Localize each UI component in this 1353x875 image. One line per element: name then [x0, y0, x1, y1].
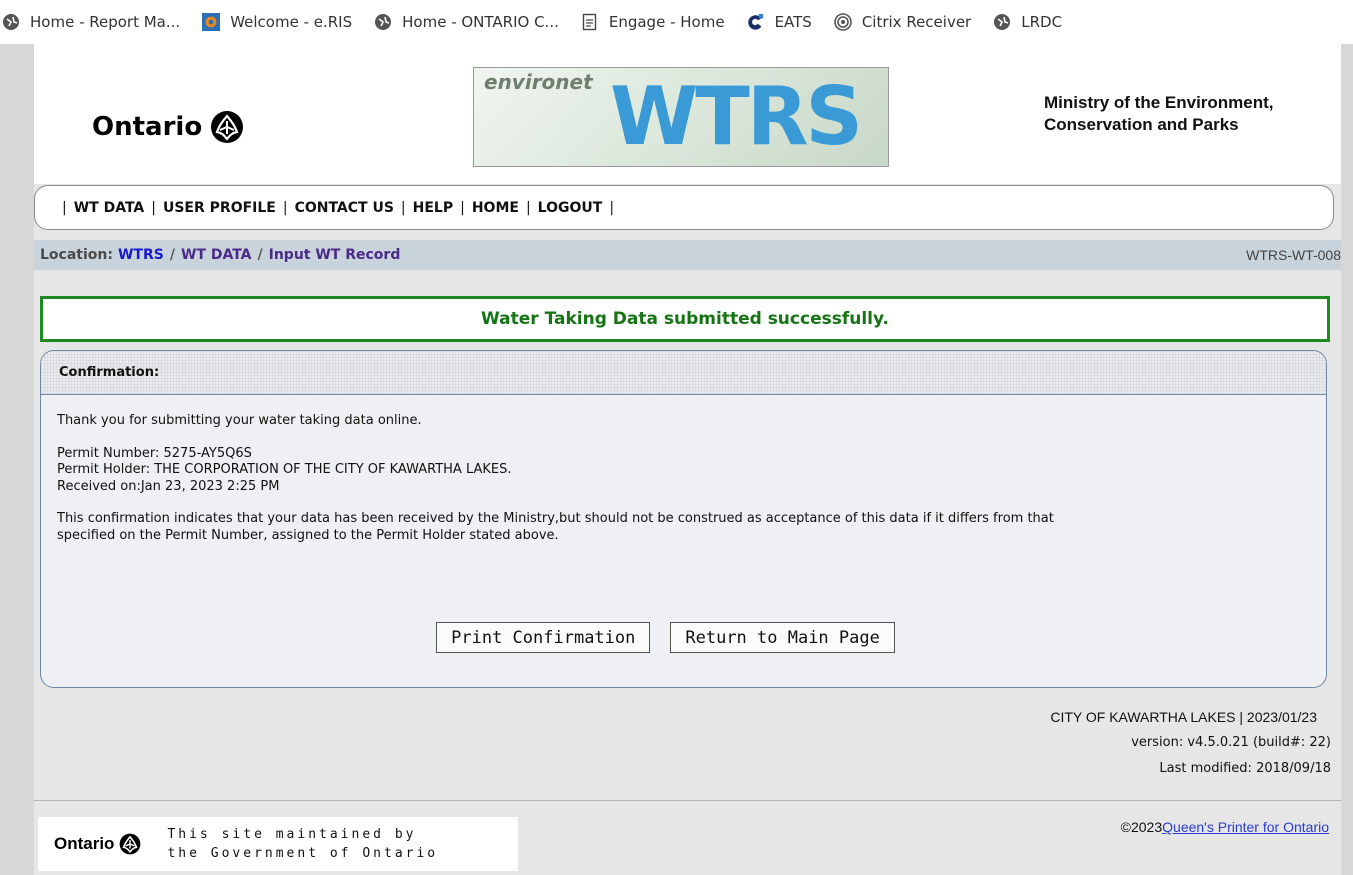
bookmark-eats[interactable]: EATS: [747, 13, 812, 31]
thanks-text: Thank you for submitting your water taki…: [57, 413, 422, 428]
bookmark-label: Home - Report Ma...: [30, 13, 181, 31]
maintained-line-2: the Government of Ontario: [167, 846, 439, 861]
maintained-by: This site maintained by the Government o…: [167, 825, 438, 863]
page-meta: CITY OF KAWARTHA LAKES | 2023/01/23 vers…: [1050, 704, 1331, 782]
queens-printer-link[interactable]: Queen's Printer for Ontario: [1162, 819, 1329, 835]
banner-environet: environet: [484, 70, 593, 94]
bookmark-label: LRDC: [1021, 13, 1063, 31]
org-date: CITY OF KAWARTHA LAKES | 2023/01/23: [1050, 709, 1317, 725]
nav-contact-us[interactable]: CONTACT US: [295, 200, 394, 216]
breadcrumb-wt-data[interactable]: WT DATA: [181, 247, 252, 263]
copyright: ©2023Queen's Printer for Ontario: [1121, 819, 1329, 835]
footer-ontario-wordmark: Ontario: [54, 834, 115, 853]
ontario-wordmark: Ontario: [92, 112, 203, 142]
bookmark-engage[interactable]: Engage - Home: [581, 13, 725, 31]
trillium-icon: [119, 833, 141, 855]
breadcrumb-wtrs[interactable]: WTRS: [118, 247, 164, 263]
bookmark-lrdc[interactable]: LRDC: [993, 13, 1062, 31]
nav-help[interactable]: HELP: [413, 200, 453, 216]
right-margin: [1341, 44, 1353, 875]
banner-wtrs: WTRS: [610, 70, 863, 163]
confirmation-panel: Confirmation: Thank you for submitting y…: [40, 350, 1327, 688]
nav-home[interactable]: HOME: [472, 200, 519, 216]
copyright-prefix: ©2023: [1120, 819, 1163, 835]
bookmark-report-manager[interactable]: Home - Report Ma...: [2, 13, 180, 31]
panel-title: Confirmation:: [59, 365, 160, 380]
last-modified: Last modified: 2018/09/18: [1159, 761, 1331, 776]
success-text: Water Taking Data submitted successfully…: [481, 309, 889, 329]
bookmark-label: Home - ONTARIO C...: [402, 13, 559, 31]
confirmation-body: Thank you for submitting your water taki…: [57, 413, 1307, 544]
breadcrumb-label: Location:: [40, 247, 113, 263]
site-header: Ontario environet WTRS Ministry of the E…: [34, 44, 1341, 184]
eats-icon: [747, 13, 765, 31]
citrix-icon: [834, 13, 852, 31]
success-message: Water Taking Data submitted successfully…: [40, 296, 1330, 342]
bookmark-eris[interactable]: Welcome - e.RIS: [202, 13, 352, 31]
button-row: Print Confirmation Return to Main Page: [41, 622, 1326, 653]
return-main-page-button[interactable]: Return to Main Page: [670, 622, 895, 653]
breadcrumb: Location: WTRS / WT DATA / Input WT Reco…: [34, 240, 1341, 270]
bookmark-ontario-c[interactable]: Home - ONTARIO C...: [374, 13, 559, 31]
nav-wt-data[interactable]: WT DATA: [74, 200, 145, 216]
main-nav: | WT DATA | USER PROFILE | CONTACT US | …: [34, 185, 1334, 230]
globe-icon: [993, 13, 1011, 31]
permit-number: Permit Number: 5275-AY5Q6S: [57, 445, 252, 461]
bookmark-label: Engage - Home: [608, 13, 725, 31]
trillium-icon: [210, 110, 244, 144]
document-icon: [581, 13, 599, 31]
eris-icon: [202, 13, 221, 31]
bookmark-label: Welcome - e.RIS: [230, 13, 353, 31]
globe-icon: [2, 13, 20, 31]
ontario-logo[interactable]: Ontario: [92, 110, 244, 144]
left-margin: [0, 44, 34, 875]
nav-user-profile[interactable]: USER PROFILE: [163, 200, 276, 216]
bookmark-citrix[interactable]: Citrix Receiver: [834, 13, 971, 31]
globe-icon: [374, 13, 392, 31]
bookmark-label: EATS: [774, 13, 812, 31]
panel-header: Confirmation:: [41, 351, 1326, 395]
notice-line-1: This confirmation indicates that your da…: [57, 511, 1054, 526]
maintained-line-1: This site maintained by: [167, 827, 417, 842]
version-info: version: v4.5.0.21 (build#: 22): [1131, 735, 1331, 750]
ministry-name: Ministry of the Environment, Conservatio…: [1044, 92, 1274, 136]
bookmark-label: Citrix Receiver: [861, 13, 972, 31]
page-code: WTRS-WT-008: [1246, 247, 1341, 263]
ministry-line-1: Ministry of the Environment,: [1044, 93, 1274, 112]
nav-logout[interactable]: LOGOUT: [538, 200, 603, 216]
print-confirmation-button[interactable]: Print Confirmation: [436, 622, 651, 653]
ministry-line-2: Conservation and Parks: [1044, 115, 1239, 134]
footer-logo-block: Ontario This site maintained by the Gove…: [38, 817, 518, 871]
permit-holder: Permit Holder: THE CORPORATION OF THE CI…: [57, 462, 512, 477]
page-content: Ontario environet WTRS Ministry of the E…: [34, 44, 1341, 875]
footer-divider: [34, 800, 1341, 801]
bookmarks-bar: Home - Report Ma... Welcome - e.RIS Home…: [0, 0, 1353, 44]
wtrs-banner: environet WTRS: [473, 67, 889, 167]
received-on: Received on:Jan 23, 2023 2:25 PM: [57, 478, 280, 494]
breadcrumb-current: Input WT Record: [268, 247, 401, 263]
notice-line-2: specified on the Permit Number, assigned…: [57, 527, 559, 543]
